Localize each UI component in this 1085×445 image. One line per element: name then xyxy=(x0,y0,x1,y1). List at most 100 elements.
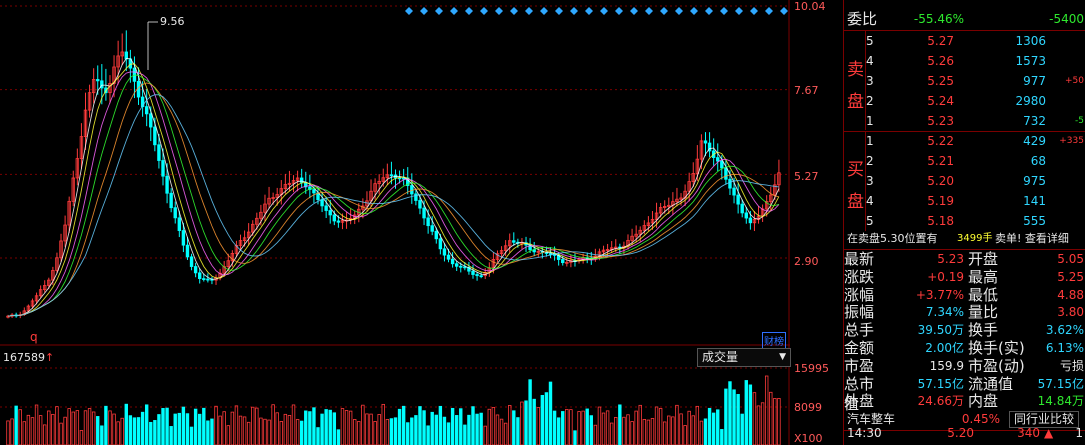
volume-bar xyxy=(202,407,206,445)
tick-volume: 340 xyxy=(1017,426,1040,440)
volume-bar xyxy=(47,410,51,445)
volume-bar xyxy=(279,421,283,445)
level-num: 3 xyxy=(866,174,874,188)
volume-bar xyxy=(26,414,31,445)
volume-bar xyxy=(344,410,349,445)
volume-bar xyxy=(430,411,434,445)
candle-body xyxy=(144,106,149,115)
volume-bar xyxy=(263,418,267,445)
event-marker-icon xyxy=(720,7,728,15)
volume-bar xyxy=(108,410,112,445)
sell-row-5[interactable]: 5 5.27 1306 xyxy=(844,31,1085,51)
buy-row-1[interactable]: 1 5.22 429 +335 xyxy=(844,131,1085,151)
qty-change: +50 xyxy=(1065,76,1084,86)
sell-row-2[interactable]: 2 5.24 2980 xyxy=(844,91,1085,111)
volume-bar xyxy=(536,407,540,445)
candle-body xyxy=(206,278,210,281)
volume-bar xyxy=(512,410,516,445)
volume-bar xyxy=(79,430,84,445)
volume-bar xyxy=(369,413,373,445)
sell-row-4[interactable]: 4 5.26 1573 xyxy=(844,51,1085,71)
candle-body xyxy=(161,160,165,177)
buy-row-2[interactable]: 2 5.21 68 xyxy=(844,151,1085,171)
volume-bar xyxy=(508,405,512,445)
volume-bar xyxy=(426,425,430,445)
volume-tick-0: 15995 xyxy=(794,362,829,375)
event-marker-icon xyxy=(570,7,578,15)
volume-bar xyxy=(406,422,410,445)
volume-bar xyxy=(679,413,683,445)
peak-price-label: 9.56 xyxy=(160,15,185,28)
volume-bar xyxy=(577,411,581,445)
volume-bar xyxy=(454,415,459,445)
tick-time: 14:30 xyxy=(847,426,882,440)
moving-average-line xyxy=(7,74,780,317)
volume-bar xyxy=(222,411,226,445)
level-num: 2 xyxy=(866,94,874,108)
volume-bar xyxy=(569,409,573,445)
price: 5.18 xyxy=(927,214,954,228)
qty: 2980 xyxy=(1015,94,1046,108)
indicator-dropdown[interactable]: 成交量 ▼ xyxy=(697,348,791,367)
volume-bar xyxy=(593,424,598,445)
big-order-notice[interactable]: 在卖盘5.30位置有 3499手 卖单! 查看详细 xyxy=(844,229,1085,249)
weibi-value: -5400 xyxy=(1049,12,1084,26)
volume-bar xyxy=(365,413,369,445)
volume-bar xyxy=(393,417,398,445)
candle-body xyxy=(720,160,724,169)
volume-bar xyxy=(116,421,120,445)
volume-bar xyxy=(308,411,312,445)
candle-body xyxy=(320,199,324,207)
volume-bar xyxy=(516,417,520,445)
event-marker-icon xyxy=(420,7,428,15)
volume-value: 167589 xyxy=(3,351,45,364)
volume-bar xyxy=(332,412,337,445)
event-marker-icon xyxy=(480,7,488,15)
volume-bar xyxy=(67,408,71,445)
volume-bar xyxy=(703,418,708,445)
volume-bar xyxy=(760,402,765,445)
volume-bar xyxy=(91,411,96,445)
volume-bar xyxy=(654,406,659,445)
volume-bar xyxy=(55,406,59,445)
candle-body xyxy=(422,207,426,219)
volume-bar xyxy=(38,415,43,445)
candle-body xyxy=(716,157,720,162)
buy-row-4[interactable]: 4 5.19 141 xyxy=(844,191,1085,211)
cai-bang-link[interactable]: 财榜 xyxy=(762,332,786,349)
candle-body xyxy=(149,113,153,128)
volume-bar xyxy=(275,412,279,445)
sell-row-1[interactable]: 1 5.23 732 -5 xyxy=(844,111,1085,131)
candle-body xyxy=(124,51,128,60)
candle-body xyxy=(744,212,748,219)
kline-chart-canvas[interactable] xyxy=(0,0,790,445)
volume-bar xyxy=(626,414,630,445)
volume-bar xyxy=(548,381,553,445)
volume-bar xyxy=(104,405,108,445)
weibi-label: 委比 xyxy=(847,10,878,28)
event-marker-icon xyxy=(540,7,548,15)
volume-bar xyxy=(287,415,292,445)
volume-bar xyxy=(724,388,728,445)
price: 5.24 xyxy=(927,94,954,108)
buy-row-3[interactable]: 3 5.20 975 xyxy=(844,171,1085,191)
volume-bar xyxy=(357,421,361,445)
level-num: 5 xyxy=(866,34,874,48)
volume-bar xyxy=(71,411,75,445)
sell-row-3[interactable]: 3 5.25 977 +50 xyxy=(844,71,1085,91)
candle-body xyxy=(185,244,190,258)
volume-bar xyxy=(226,425,230,445)
volume-bar xyxy=(124,403,128,445)
kline-chart[interactable]: 9.56 q 财榜 167589↑ 成交量 ▼ xyxy=(0,0,791,445)
candle-body xyxy=(724,167,728,180)
volume-bar xyxy=(149,421,153,445)
volume-bar xyxy=(581,410,585,445)
event-marker-icon xyxy=(675,7,683,15)
volume-bar xyxy=(422,410,426,445)
volume-bar xyxy=(752,392,757,445)
volume-bar xyxy=(51,413,55,445)
volume-bar xyxy=(495,414,500,445)
buy-row-5[interactable]: 5 5.18 555 xyxy=(844,211,1085,231)
volume-bar xyxy=(389,418,394,445)
qty: 977 xyxy=(1023,74,1046,88)
